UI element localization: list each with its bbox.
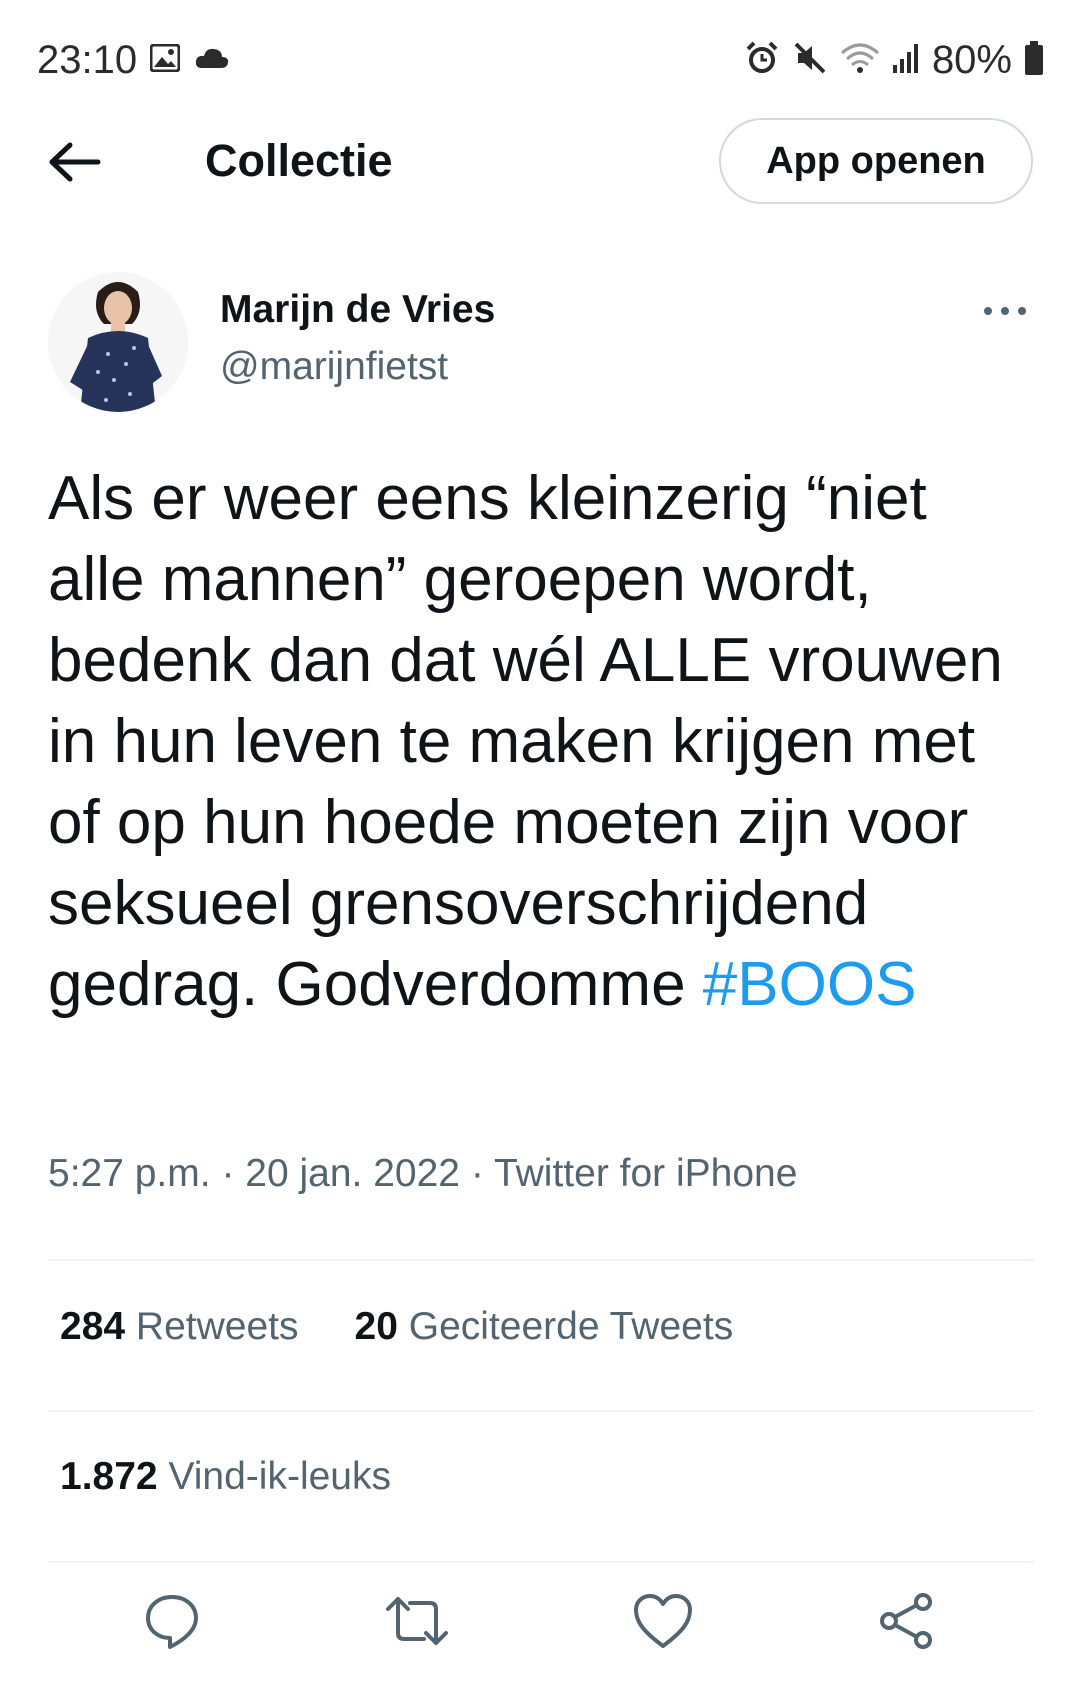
retweets-stat[interactable]: 284 Retweets — [60, 1305, 299, 1348]
likes-row: 1.872 Vind-ik-leuks — [60, 1455, 391, 1499]
meta-separator: · — [470, 1152, 484, 1195]
like-icon — [632, 1592, 694, 1655]
divider — [48, 1410, 1034, 1412]
alarm-icon — [744, 40, 780, 81]
likes-stat[interactable]: 1.872 Vind-ik-leuks — [60, 1455, 391, 1498]
action-bar — [0, 1588, 1080, 1658]
status-time: 23:10 — [37, 38, 138, 82]
retweets-count: 284 — [60, 1305, 126, 1348]
tweet-date[interactable]: 20 jan. 2022 — [245, 1152, 460, 1195]
stats-row: 284 Retweets 20 Geciteerde Tweets — [60, 1305, 733, 1349]
tweet-meta: 5:27 p.m. · 20 jan. 2022 · Twitter for i… — [48, 1152, 797, 1196]
arrow-left-icon — [48, 142, 104, 191]
reply-button[interactable] — [137, 1588, 207, 1658]
mute-icon — [792, 40, 828, 81]
quotes-count: 20 — [354, 1305, 398, 1348]
top-bar: Collectie App openen — [0, 115, 1080, 210]
image-icon — [149, 43, 181, 77]
likes-count: 1.872 — [60, 1455, 158, 1498]
likes-label: Vind-ik-leuks — [168, 1455, 391, 1498]
retweet-icon — [384, 1591, 450, 1656]
quotes-stat[interactable]: 20 Geciteerde Tweets — [355, 1305, 734, 1348]
tweet-body: Als er weer eens kleinzerig “niet alle m… — [48, 464, 1003, 1019]
tweet-source[interactable]: Twitter for iPhone — [494, 1152, 797, 1195]
cloud-icon — [194, 44, 230, 77]
tweet-time[interactable]: 5:27 p.m. — [48, 1152, 211, 1195]
divider — [48, 1259, 1034, 1261]
share-button[interactable] — [872, 1588, 942, 1658]
tweet-text: Als er weer eens kleinzerig “niet alle m… — [48, 458, 1038, 1025]
reply-icon — [142, 1591, 202, 1656]
divider — [48, 1561, 1034, 1563]
status-bar: 23:10 80% — [0, 0, 1080, 120]
meta-separator: · — [221, 1152, 235, 1195]
retweets-label: Retweets — [135, 1305, 299, 1348]
author-handle[interactable]: @marijnfietst — [220, 345, 448, 389]
signal-icon — [892, 41, 920, 80]
more-options-button[interactable] — [980, 296, 1030, 326]
battery-icon — [1024, 40, 1044, 81]
wifi-icon — [840, 41, 880, 80]
open-app-button[interactable]: App openen — [719, 118, 1033, 204]
battery-level: 80% — [931, 38, 1012, 82]
back-button[interactable] — [48, 137, 104, 187]
like-button[interactable] — [628, 1588, 698, 1658]
hashtag-link[interactable]: #BOOS — [703, 950, 917, 1019]
share-icon — [877, 1591, 937, 1656]
avatar[interactable] — [48, 272, 188, 412]
author-name[interactable]: Marijn de Vries — [220, 288, 495, 332]
retweet-button[interactable] — [382, 1588, 452, 1658]
more-dots-icon — [980, 307, 1030, 330]
page-title: Collectie — [205, 135, 393, 186]
quotes-label: Geciteerde Tweets — [408, 1305, 734, 1348]
